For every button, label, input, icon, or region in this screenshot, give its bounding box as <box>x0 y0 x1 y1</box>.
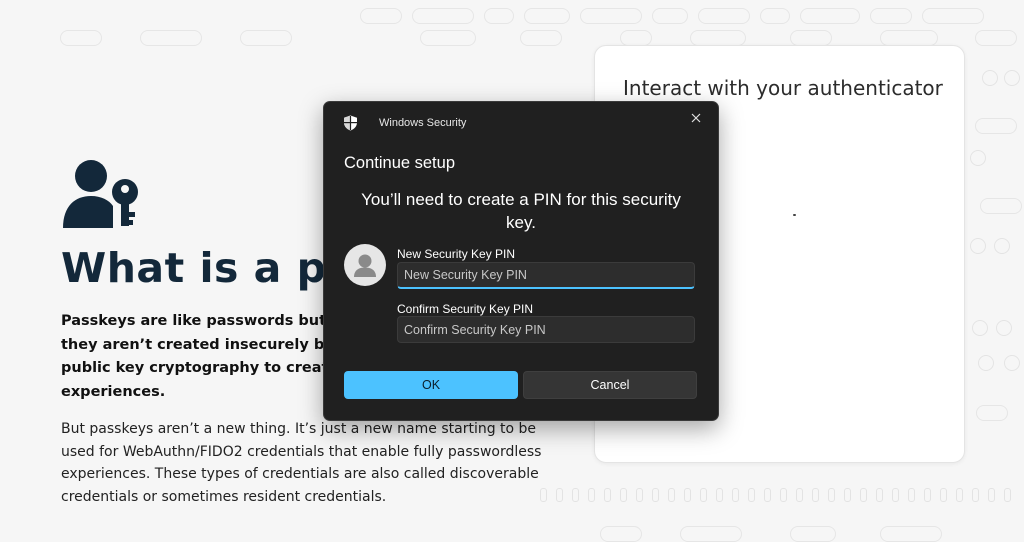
avatar <box>344 244 386 286</box>
confirm-pin-input[interactable] <box>397 316 695 343</box>
pin-label: New Security Key PIN <box>397 247 516 261</box>
authenticator-title: Interact with your authenticator <box>623 76 943 100</box>
windows-security-dialog: Windows Security Continue setup You’ll n… <box>323 101 719 421</box>
body-line: credentials or sometimes resident creden… <box>61 488 387 505</box>
body-line: used for WebAuthn/FIDO2 credentials that… <box>61 443 542 460</box>
confirm-pin-label: Confirm Security Key PIN <box>397 302 534 316</box>
loading-indicator <box>793 214 796 216</box>
dialog-app-name: Windows Security <box>379 117 467 129</box>
close-button[interactable] <box>684 107 708 129</box>
dialog-message: You’ll need to create a PIN for this sec… <box>361 190 681 232</box>
dialog-heading: Continue setup <box>344 154 455 172</box>
new-pin-input[interactable] <box>397 262 695 289</box>
user-avatar-icon <box>354 254 376 277</box>
article-body: But passkeys aren’t a new thing. It’s ju… <box>61 418 542 508</box>
cancel-button[interactable]: Cancel <box>523 371 697 399</box>
ok-button[interactable]: OK <box>344 371 518 399</box>
close-icon <box>691 113 701 123</box>
body-line: But passkeys aren’t a new thing. It’s ju… <box>61 421 537 437</box>
shield-icon <box>344 115 357 131</box>
user-key-icon <box>63 160 138 228</box>
body-line: experiences. These types of credentials … <box>61 466 539 482</box>
